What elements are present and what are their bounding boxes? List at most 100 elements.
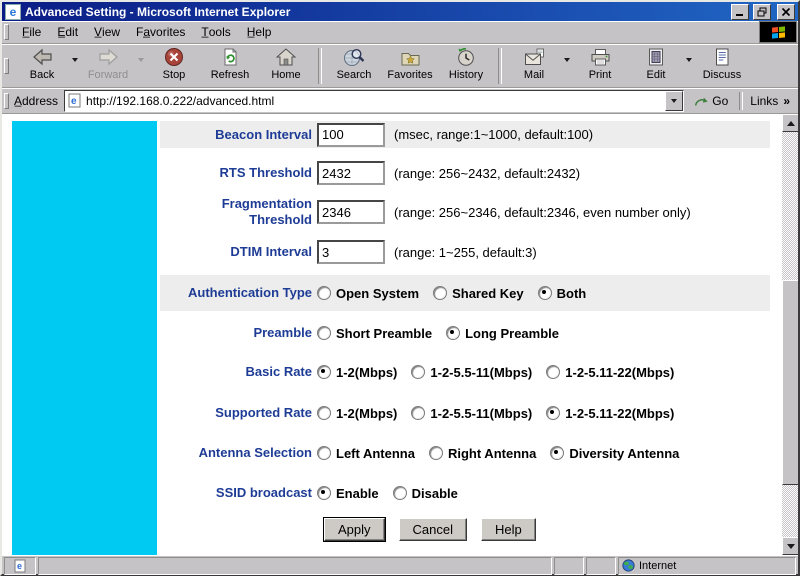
apply-button[interactable]: Apply (324, 518, 385, 541)
forward-button[interactable]: Forward (80, 46, 136, 86)
menu-view[interactable]: V̲iew (86, 23, 128, 41)
vertical-scrollbar[interactable] (782, 114, 798, 555)
home-button[interactable]: Home (258, 46, 314, 86)
form-row-fragmentation-threshold: Fragmentation Threshold (range: 256~2346… (160, 194, 770, 230)
field-hint: (range: 256~2432, default:2432) (394, 166, 580, 181)
scroll-up-button[interactable] (782, 114, 798, 132)
radio-diversity-antenna[interactable] (550, 446, 564, 460)
radio-label: 1-2-5.5-11(Mbps) (430, 406, 532, 421)
beacon-interval-input[interactable] (317, 123, 385, 147)
radio-open-system[interactable] (317, 286, 331, 300)
refresh-button[interactable]: Refresh (202, 46, 258, 86)
field-label: Preamble (160, 325, 312, 341)
form-row-supported-rate: Supported Rate 1-2(Mbps) 1-2-5.5-11(Mbps… (160, 398, 770, 428)
cancel-button[interactable]: Cancel (399, 518, 467, 541)
radio-long-preamble[interactable] (446, 326, 460, 340)
dtim-interval-input[interactable] (317, 240, 385, 264)
history-button[interactable]: History (438, 46, 494, 86)
toolbar-grip-handle[interactable] (4, 58, 9, 74)
radio-supported-rate-1-2-5-5-11[interactable] (411, 406, 425, 420)
field-hint: (range: 256~2346, default:2346, even num… (394, 205, 691, 220)
toolbar-button-label: History (449, 69, 483, 81)
address-bar: A̲ddress e http://192.168.0.222/advanced… (2, 88, 798, 114)
go-label: Go (712, 94, 728, 108)
search-button[interactable]: Search (326, 46, 382, 86)
page-content: Beacon Interval (msec, range:1~1000, def… (2, 114, 798, 555)
field-label: Fragmentation Threshold (160, 196, 312, 227)
radio-label: Disable (412, 486, 458, 501)
toolbar-button-label: Home (271, 69, 300, 81)
rts-threshold-input[interactable] (317, 161, 385, 185)
toolbar-button-label: Back (30, 69, 54, 81)
radio-shared-key[interactable] (433, 286, 447, 300)
restore-button[interactable] (753, 4, 771, 20)
close-button[interactable] (777, 4, 795, 20)
address-dropdown-button[interactable] (665, 91, 683, 111)
scroll-down-button[interactable] (782, 537, 798, 555)
radio-label: Open System (336, 286, 419, 301)
toolbar-separator (318, 48, 322, 84)
internet-globe-icon (622, 559, 635, 572)
menu-grip-handle[interactable] (4, 24, 9, 40)
toolbar-button-label: Favorites (387, 69, 432, 81)
menu-edit[interactable]: E̲dit (49, 23, 86, 41)
fragmentation-threshold-input[interactable] (317, 200, 385, 224)
radio-basic-rate-1-2[interactable] (317, 365, 331, 379)
help-button[interactable]: Help (481, 518, 536, 541)
back-dropdown-chevron[interactable] (70, 40, 80, 91)
field-label: Beacon Interval (160, 127, 312, 143)
radio-ssid-disable[interactable] (393, 486, 407, 500)
radio-supported-rate-1-2-5-11-22[interactable] (546, 406, 560, 420)
standard-toolbar: Back Forward Stop Refresh Home (2, 44, 798, 88)
radio-label: Left Antenna (336, 446, 415, 461)
title-bar: e Advanced Setting - Microsoft Internet … (2, 2, 798, 21)
toolbar-button-label: Print (589, 69, 612, 81)
address-input[interactable]: e http://192.168.0.222/advanced.html (64, 90, 684, 112)
page-ie-icon: e (14, 559, 26, 573)
minimize-button[interactable] (731, 4, 749, 20)
menu-favorites[interactable]: Fa̲vorites (128, 23, 193, 41)
radio-short-preamble[interactable] (317, 326, 331, 340)
form-row-beacon-interval: Beacon Interval (msec, range:1~1000, def… (160, 121, 770, 148)
toolbar-button-label: Forward (88, 69, 128, 81)
radio-basic-rate-1-2-5-5-11[interactable] (411, 365, 425, 379)
discuss-button[interactable]: Discuss (694, 46, 750, 86)
print-button[interactable]: Print (572, 46, 628, 86)
radio-supported-rate-1-2[interactable] (317, 406, 331, 420)
radio-label: 1-2(Mbps) (336, 406, 397, 421)
radio-basic-rate-1-2-5-11-22[interactable] (546, 365, 560, 379)
edit-dropdown-chevron[interactable] (684, 40, 694, 91)
menu-file[interactable]: F̲ile (14, 23, 49, 41)
links-label: Links (750, 94, 778, 108)
radio-label: Both (557, 286, 587, 301)
favorites-button[interactable]: Favorites (382, 46, 438, 86)
form-buttons-row: Apply Cancel Help (324, 518, 536, 541)
stop-button[interactable]: Stop (146, 46, 202, 86)
radio-right-antenna[interactable] (429, 446, 443, 460)
menu-help[interactable]: H̲elp (239, 23, 280, 41)
form-row-rts-threshold: RTS Threshold (range: 256~2432, default:… (160, 158, 770, 188)
mail-button[interactable]: Mail (506, 46, 562, 86)
radio-left-antenna[interactable] (317, 446, 331, 460)
forward-dropdown-chevron[interactable] (136, 40, 146, 91)
go-button[interactable]: Go (684, 93, 737, 109)
scrollbar-thumb[interactable] (782, 280, 798, 485)
field-label: Supported Rate (160, 405, 312, 421)
print-icon (590, 47, 611, 68)
edit-button[interactable]: Edit (628, 46, 684, 86)
radio-both[interactable] (538, 286, 552, 300)
menu-tools[interactable]: T̲ools (193, 23, 238, 41)
back-button[interactable]: Back (14, 46, 70, 86)
form-row-antenna-selection: Antenna Selection Left Antenna Right Ant… (160, 438, 770, 468)
field-hint: (range: 1~255, default:3) (394, 245, 537, 260)
mail-dropdown-chevron[interactable] (562, 40, 572, 91)
links-bar[interactable]: Links » (745, 94, 795, 108)
links-chevron-icon: » (783, 94, 790, 108)
radio-ssid-enable[interactable] (317, 486, 331, 500)
restore-icon (757, 7, 767, 17)
address-grip-handle[interactable] (4, 93, 9, 109)
search-icon (343, 47, 365, 68)
discuss-icon (712, 47, 732, 68)
field-label: Antenna Selection (160, 445, 312, 461)
arrow-up-icon (787, 121, 795, 126)
